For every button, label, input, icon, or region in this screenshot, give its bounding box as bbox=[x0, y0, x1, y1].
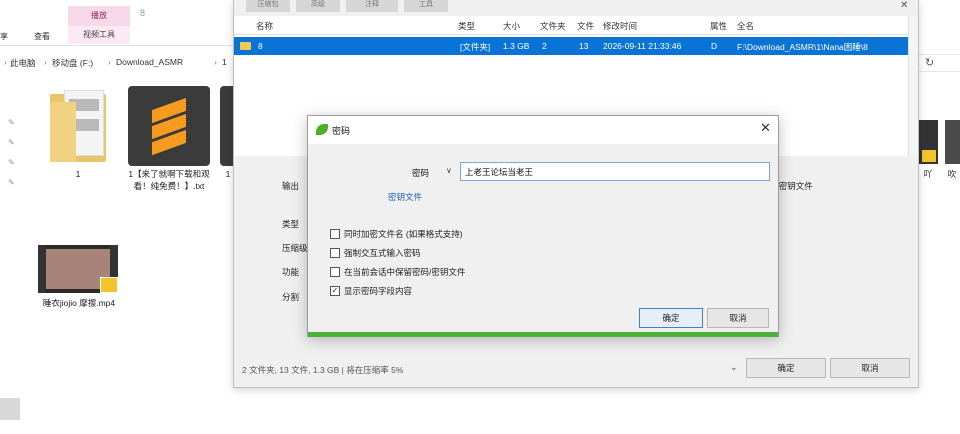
option-label: 强制交互式输入密码 bbox=[344, 248, 421, 258]
file-thumbnail[interactable] bbox=[220, 86, 234, 166]
cell-files: 13 bbox=[579, 41, 589, 51]
col-files[interactable]: 文件 bbox=[577, 20, 594, 32]
pin-icon: ✎ bbox=[8, 178, 15, 187]
scrollbar[interactable] bbox=[908, 16, 918, 156]
cell-name: 8 bbox=[258, 41, 263, 51]
checkbox[interactable] bbox=[330, 267, 340, 277]
dialog-title: 密码 bbox=[332, 126, 351, 136]
col-attr[interactable]: 属性 bbox=[710, 20, 727, 32]
chevron-right-icon: › bbox=[44, 57, 47, 67]
password-dialog-titlebar: 密码 ✕ bbox=[308, 116, 778, 144]
cell-folders: 2 bbox=[542, 41, 547, 51]
keyfile-link[interactable]: 密钥文件 bbox=[388, 191, 422, 203]
media-player-badge-icon bbox=[922, 150, 936, 162]
cell-attr: D bbox=[711, 41, 718, 51]
chevron-right-icon: › bbox=[4, 57, 7, 67]
ribbon-tab-share[interactable]: 享 bbox=[0, 31, 8, 42]
video-thumbnail[interactable] bbox=[38, 245, 118, 293]
option-label: 同时加密文件名 (如果格式支持) bbox=[344, 229, 463, 239]
cell-fullname: F:\Download_ASMR\1\Nana困睡\8 bbox=[737, 42, 868, 52]
pin-icon: ✎ bbox=[8, 158, 15, 167]
chevron-down-icon[interactable]: ⌄ bbox=[730, 362, 738, 373]
app-leaf-icon bbox=[316, 124, 328, 135]
close-icon[interactable]: ✕ bbox=[900, 0, 908, 11]
accent-bar bbox=[308, 332, 778, 337]
breadcrumb-1[interactable]: 1 bbox=[222, 57, 227, 67]
col-size[interactable]: 大小 bbox=[503, 20, 520, 32]
col-fullname[interactable]: 全名 bbox=[737, 20, 754, 32]
status-text: 2 文件夹, 13 文件, 1.3 GB | 将在压缩率 5% bbox=[242, 365, 404, 375]
breadcrumb-this-pc[interactable]: 此电脑 bbox=[10, 57, 36, 69]
ribbon-tab-view[interactable]: 查看 bbox=[34, 31, 50, 42]
password-cancel-button[interactable]: 取消 bbox=[707, 308, 769, 328]
password-label: 密码 bbox=[412, 168, 430, 178]
chevron-down-icon[interactable]: ∨ bbox=[446, 166, 452, 175]
password-ok-button[interactable]: 确定 bbox=[639, 308, 703, 328]
video-thumbnail[interactable] bbox=[945, 120, 960, 164]
checkbox-checked[interactable]: ✓ bbox=[330, 286, 340, 296]
checkbox[interactable] bbox=[330, 248, 340, 258]
breadcrumb-download-asmr[interactable]: Download_ASMR bbox=[116, 57, 183, 67]
checkbox[interactable] bbox=[330, 229, 340, 239]
folder-icon bbox=[240, 42, 251, 50]
refresh-icon[interactable]: ↻ bbox=[925, 56, 934, 69]
file-label-folder[interactable]: 1 bbox=[50, 168, 106, 180]
col-folders[interactable]: 文件夹 bbox=[540, 20, 566, 32]
pin-icon: ✎ bbox=[8, 138, 15, 147]
breadcrumb-drive[interactable]: 移动盘 (F:) bbox=[52, 57, 93, 69]
tab-tools[interactable]: 工具 bbox=[404, 0, 448, 12]
table-row[interactable]: 8 [文件夹] 1.3 GB 2 13 2026-09-11 21:33:46 … bbox=[234, 37, 908, 55]
status-strip bbox=[0, 398, 20, 420]
chevron-right-icon: › bbox=[108, 57, 111, 67]
cell-size: 1.3 GB bbox=[503, 41, 530, 51]
label-output: 输出 bbox=[282, 181, 300, 191]
ribbon-divider bbox=[0, 45, 235, 46]
option-label: 在当前会话中保留密码/密钥文件 bbox=[344, 267, 466, 277]
option-label: 显示密码字段内容 bbox=[344, 286, 413, 296]
tab-advanced[interactable]: 高级 bbox=[296, 0, 340, 12]
password-dialog: 密码 ✕ 密码 ∨ 上老王论坛当老王 密钥文件 同时加密文件名 (如果格式支持)… bbox=[307, 115, 779, 337]
cell-modified: 2026-09-11 21:33:46 bbox=[603, 41, 682, 51]
file-label-right-2[interactable]: 吹 bbox=[942, 168, 960, 180]
label-split: 分割 bbox=[282, 292, 300, 302]
file-list-header: 名称 类型 大小 文件夹 文件 修改时间 属性 全名 bbox=[234, 16, 908, 35]
sublime-text-icon[interactable] bbox=[128, 86, 210, 166]
media-player-badge-icon bbox=[100, 277, 118, 293]
label-type: 类型 bbox=[282, 219, 300, 229]
ribbon-group-video-tools: 视频工具 bbox=[68, 26, 130, 44]
label-method: 功能 bbox=[282, 267, 300, 277]
tab-archive[interactable]: 压缩包 bbox=[246, 0, 290, 12]
folder-icon[interactable] bbox=[50, 88, 106, 162]
archive-ok-button[interactable]: 确定 bbox=[746, 358, 826, 378]
col-name[interactable]: 名称 bbox=[256, 20, 273, 32]
col-type[interactable]: 类型 bbox=[458, 20, 475, 32]
password-input[interactable]: 上老王论坛当老王 bbox=[460, 162, 770, 181]
cell-type: [文件夹] bbox=[460, 42, 491, 52]
file-label-video[interactable]: 睡衣jiojio 摩擦.mp4 bbox=[36, 297, 122, 309]
close-icon[interactable]: ✕ bbox=[760, 121, 771, 135]
chevron-right-icon: › bbox=[214, 57, 217, 67]
archive-cancel-button[interactable]: 取消 bbox=[830, 358, 910, 378]
col-modified[interactable]: 修改时间 bbox=[603, 20, 637, 32]
ribbon-context-tab-play[interactable]: 播放 bbox=[68, 6, 130, 26]
tab-comment[interactable]: 注释 bbox=[346, 0, 398, 12]
pin-icon: ✎ bbox=[8, 118, 15, 127]
file-label-txt[interactable]: 1【来了就啊下载和观看！纯免费！】.txt bbox=[124, 168, 214, 192]
label-password-keyfile: / 密钥文件 bbox=[774, 181, 813, 191]
file-label-right-1[interactable]: 吖 bbox=[918, 168, 938, 180]
address-bar[interactable]: › 此电脑 › 移动盘 (F:) › Download_ASMR › 1 bbox=[0, 54, 235, 72]
ribbon-number: 8 bbox=[140, 8, 146, 18]
